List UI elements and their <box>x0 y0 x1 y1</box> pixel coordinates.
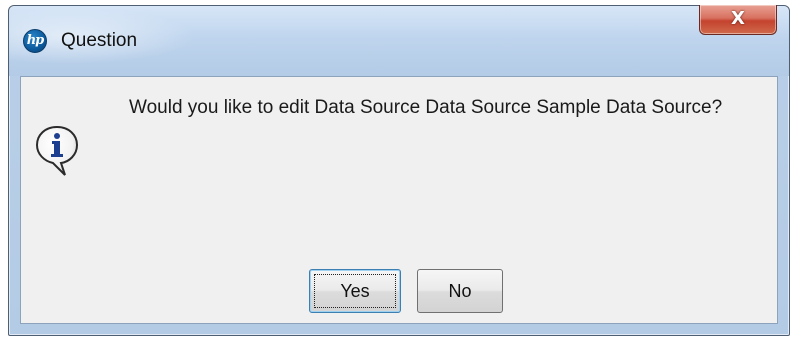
close-button[interactable]: X <box>699 5 777 35</box>
dialog-title: Question <box>61 30 138 51</box>
question-dialog: hp Question X Would you like to edit Dat… <box>8 5 790 336</box>
no-button[interactable]: No <box>417 269 503 313</box>
no-button-label: No <box>448 281 472 301</box>
dialog-message: Would you like to edit Data Source Data … <box>129 97 723 118</box>
information-icon <box>35 125 79 176</box>
close-icon: X <box>731 8 745 29</box>
yes-button-label: Yes <box>340 281 370 301</box>
hp-logo-icon: hp <box>23 29 47 53</box>
yes-button[interactable]: Yes <box>309 269 401 313</box>
dialog-content: Would you like to edit Data Source Data … <box>20 76 778 324</box>
title-bar[interactable]: hp Question X <box>9 5 789 76</box>
